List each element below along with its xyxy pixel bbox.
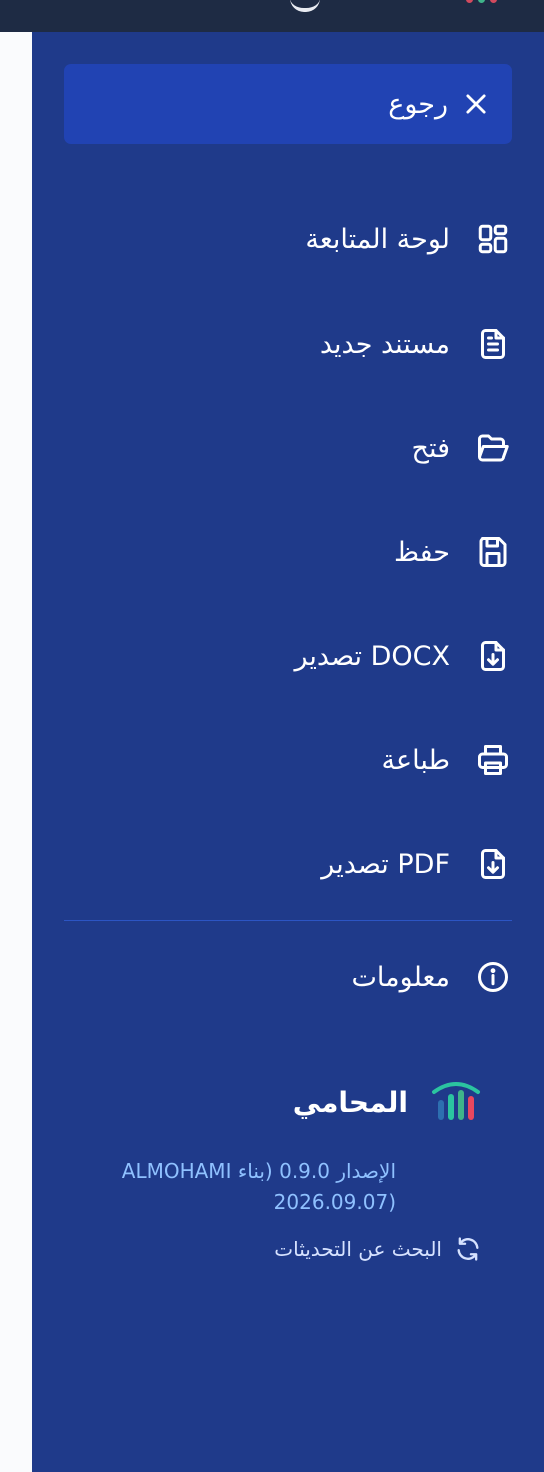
background-content xyxy=(0,32,32,1472)
app-title-fragment xyxy=(290,0,320,12)
menu-item-label: فتح xyxy=(411,432,450,464)
back-button[interactable]: رجوع xyxy=(64,64,512,144)
window-controls xyxy=(466,0,506,6)
menu-item-label: لوحة المتابعة xyxy=(305,223,450,255)
menu-item-dashboard[interactable]: لوحة المتابعة xyxy=(64,208,516,270)
menu-item-label: طباعة xyxy=(381,744,450,776)
menu-divider xyxy=(64,920,512,921)
refresh-icon xyxy=(457,1237,479,1261)
back-label: رجوع xyxy=(388,88,448,120)
side-menu-panel: رجوع لوحة المتابعة مستند جديد فتح حفظ تص… xyxy=(32,32,544,1472)
file-download-icon xyxy=(474,845,512,883)
new-document-icon xyxy=(474,325,512,363)
menu-item-save[interactable]: حفظ xyxy=(64,521,516,583)
status-dot xyxy=(490,0,497,3)
status-dot xyxy=(466,0,473,3)
check-updates-button[interactable]: البحث عن التحديثات xyxy=(232,1232,482,1266)
version-build-date: (2026.09.07 xyxy=(273,1190,396,1214)
almohami-logo-icon xyxy=(432,1082,480,1120)
menu-item-new-document[interactable]: مستند جديد xyxy=(64,313,516,375)
printer-icon xyxy=(474,741,512,779)
menu-item-label: حفظ xyxy=(394,536,450,568)
menu-item-label: مستند جديد xyxy=(319,328,450,360)
menu-item-print[interactable]: طباعة xyxy=(64,729,516,791)
version-line: الإصدار 0.9.0 (بناء ALMOHAMI xyxy=(121,1159,396,1183)
menu-item-label: معلومات xyxy=(351,961,450,993)
status-dot xyxy=(478,0,485,3)
menu-item-label: تصدير PDF xyxy=(321,848,450,880)
menu-item-open[interactable]: فتح xyxy=(64,417,516,479)
menu-item-export-docx[interactable]: تصدير DOCX xyxy=(64,625,516,687)
check-updates-label: البحث عن التحديثات xyxy=(274,1237,442,1261)
menu-item-label: تصدير DOCX xyxy=(294,640,451,672)
folder-open-icon xyxy=(474,429,512,467)
app-name: المحامي xyxy=(292,1085,408,1119)
app-brand: المحامي xyxy=(64,1072,484,1132)
menu-item-info[interactable]: معلومات xyxy=(64,946,516,1008)
dashboard-grid-icon xyxy=(474,220,512,258)
menu-item-export-pdf[interactable]: تصدير PDF xyxy=(64,833,516,895)
version-info: الإصدار 0.9.0 (بناء ALMOHAMI (2026.09.07 xyxy=(96,1156,396,1218)
close-icon xyxy=(466,94,486,114)
file-download-icon xyxy=(474,637,512,675)
save-icon xyxy=(474,533,512,571)
info-icon xyxy=(474,958,512,996)
top-bar xyxy=(0,0,544,32)
